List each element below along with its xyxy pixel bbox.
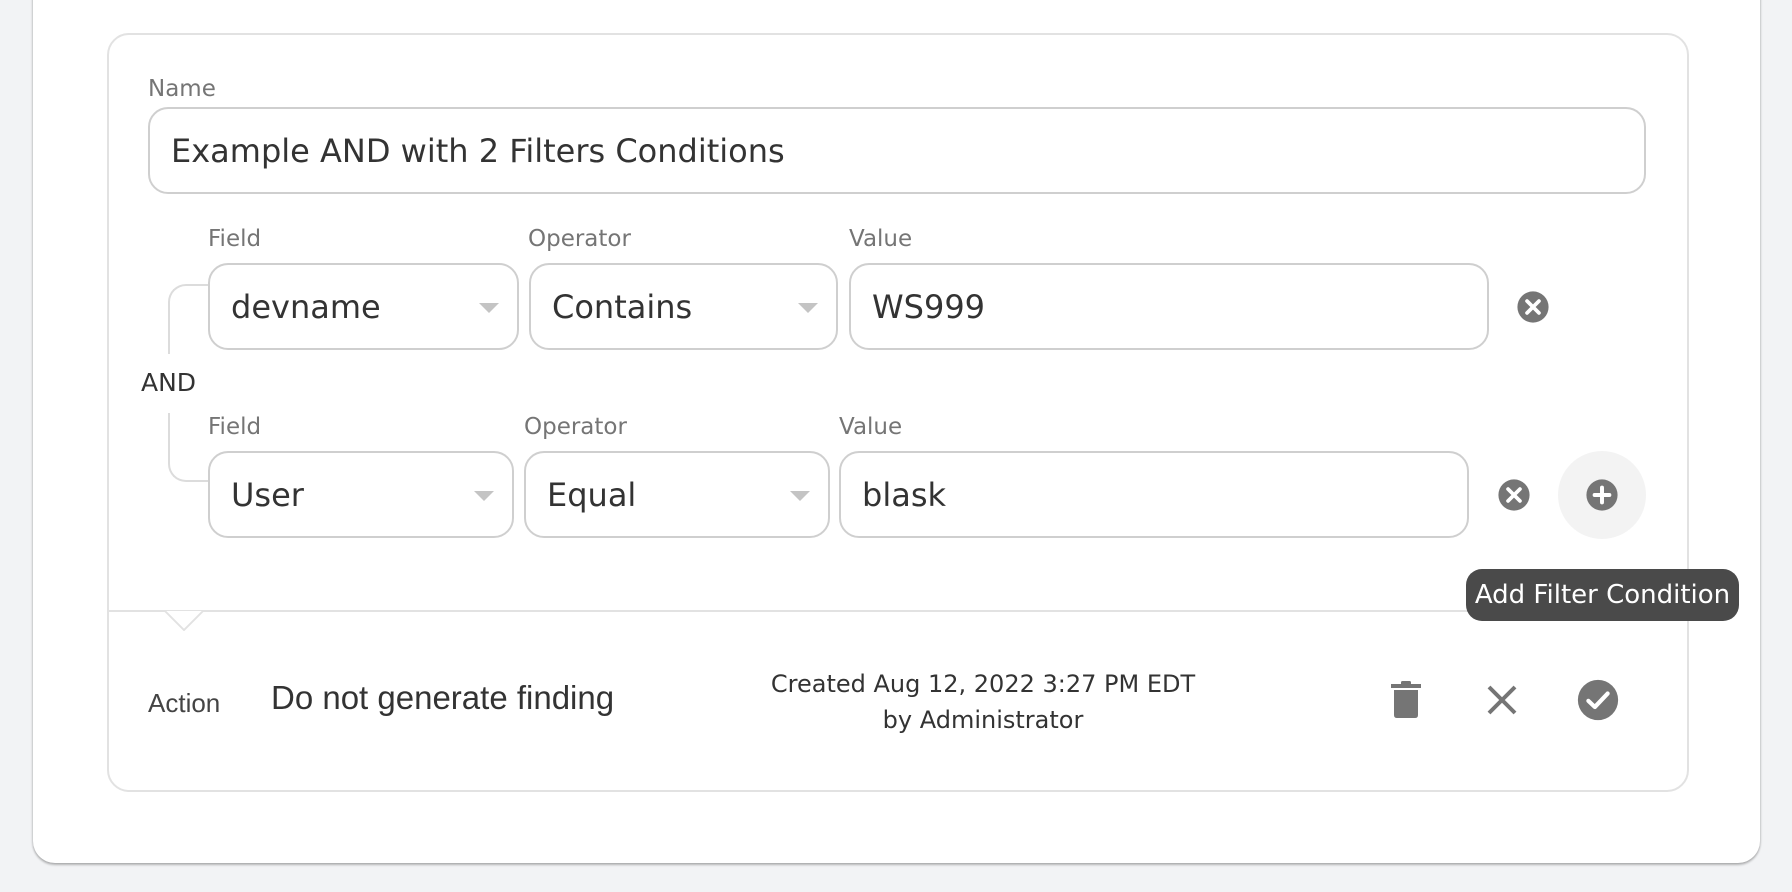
- condition-2-operator-label: Operator: [524, 414, 627, 440]
- action-value[interactable]: Do not generate finding: [271, 679, 614, 717]
- condition-2-field-select[interactable]: User: [208, 451, 514, 538]
- condition-2-value-label: Value: [839, 414, 903, 440]
- condition-2-value-text: blask: [862, 475, 947, 514]
- condition-2-field-label: Field: [208, 414, 262, 440]
- condition-1-value-input[interactable]: WS999: [849, 263, 1489, 350]
- condition-1-field-label: Field: [208, 226, 262, 252]
- name-input-value: Example AND with 2 Filters Conditions: [171, 131, 785, 170]
- delete-button[interactable]: [1384, 678, 1428, 722]
- chevron-down-icon: [798, 302, 818, 313]
- created-by: by Administrator: [882, 706, 1084, 734]
- chevron-down-icon: [790, 490, 810, 501]
- name-input[interactable]: Example AND with 2 Filters Conditions: [148, 107, 1646, 194]
- cancel-button[interactable]: [1480, 678, 1524, 722]
- condition-1-field-value: devname: [231, 287, 381, 326]
- condition-1-operator-label: Operator: [528, 226, 631, 252]
- remove-condition-2-button[interactable]: [1494, 475, 1534, 515]
- condition-2-field-value: User: [231, 475, 304, 514]
- remove-circle-icon: [1498, 479, 1530, 511]
- condition-2-value-input[interactable]: blask: [839, 451, 1469, 538]
- condition-2-operator-select[interactable]: Equal: [524, 451, 830, 538]
- condition-1-value-text: WS999: [872, 287, 986, 326]
- remove-condition-1-button[interactable]: [1513, 287, 1553, 327]
- created-info: Created Aug 12, 2022 3:27 PM EDT by Admi…: [733, 666, 1233, 738]
- condition-1-operator-value: Contains: [552, 287, 693, 326]
- divider-notch: [164, 611, 204, 631]
- condition-2-operator-value: Equal: [547, 475, 637, 514]
- and-logic-label: AND: [141, 368, 197, 397]
- condition-1-operator-select[interactable]: Contains: [529, 263, 838, 350]
- condition-1-field-select[interactable]: devname: [208, 263, 519, 350]
- created-date: Created Aug 12, 2022 3:27 PM EDT: [770, 670, 1196, 698]
- chevron-down-icon: [474, 490, 494, 501]
- name-label: Name: [148, 76, 216, 102]
- trash-icon: [1391, 681, 1421, 718]
- and-connector-bottom: [168, 413, 210, 482]
- chevron-down-icon: [479, 302, 499, 313]
- condition-1-value-label: Value: [849, 226, 913, 252]
- add-condition-button[interactable]: [1558, 451, 1646, 539]
- close-icon: [1487, 685, 1517, 715]
- plus-circle-icon: [1586, 479, 1618, 511]
- and-connector-top: [168, 284, 210, 354]
- save-button[interactable]: [1576, 678, 1620, 722]
- remove-circle-icon: [1517, 291, 1549, 323]
- add-filter-condition-tooltip: Add Filter Condition: [1466, 569, 1739, 621]
- check-circle-icon: [1577, 679, 1619, 721]
- section-divider: [107, 610, 1687, 612]
- action-label: Action: [148, 688, 221, 718]
